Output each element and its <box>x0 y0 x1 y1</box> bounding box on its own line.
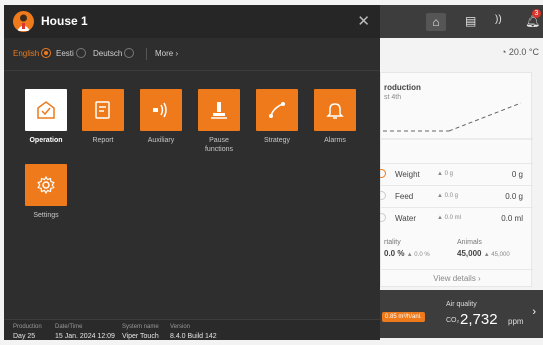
production-title: roduction <box>384 83 421 92</box>
modal-footer: Production Day 25 Date/Time 15 Jan. 2024… <box>4 319 380 340</box>
tile-strategy[interactable] <box>256 89 298 131</box>
air-speed-badge: 0.85 m³/h/anl. <box>382 312 425 322</box>
notification-badge: 3 <box>532 9 541 18</box>
checkmark-house-icon <box>37 101 55 119</box>
english-radio[interactable] <box>41 48 51 58</box>
language-english[interactable]: English <box>13 49 39 58</box>
tile-operation[interactable] <box>25 89 67 131</box>
modal-header: House 1 ✕ <box>4 5 380 38</box>
production-plot <box>381 102 533 140</box>
tile-alarms[interactable] <box>314 89 356 131</box>
language-deutsch[interactable]: Deutsch <box>93 49 122 58</box>
tile-label-operation: Operation <box>29 137 63 144</box>
co2-unit: ppm <box>508 317 524 326</box>
tile-label-report: Report <box>92 137 114 144</box>
report-nav-icon[interactable]: ▤ <box>465 14 476 28</box>
air-quality-bar[interactable]: 0.85 m³/h/anl. Air quality CO₂ 2,732 ppm… <box>380 290 543 338</box>
footer-version-value: 8.4.0 Build 142 <box>170 333 217 340</box>
tile-label-alarms: Alarms <box>324 137 346 144</box>
air-quality-label: Air quality <box>446 301 477 308</box>
tile-pause-functions[interactable] <box>198 89 240 131</box>
tile-settings[interactable] <box>25 164 67 206</box>
house-menu-modal: House 1 ✕ English Eesti Deutsch More › O… <box>4 5 380 340</box>
chevron-right-icon[interactable]: › <box>532 306 536 318</box>
plot-rising-line <box>448 102 522 132</box>
thermometer-icon: ◔ <box>500 47 509 57</box>
strategy-icon <box>269 102 285 118</box>
bell-icon <box>326 103 344 119</box>
weight-row[interactable]: Weight ▲ 0 g 0 g <box>377 163 533 185</box>
auxiliary-icon <box>153 102 167 118</box>
tile-label-auxiliary: Auxiliary <box>147 137 175 144</box>
water-row[interactable]: Water ▲ 0.0 ml 0.0 ml <box>377 207 533 229</box>
auxiliary-nav-icon[interactable]: )) <box>495 14 502 25</box>
home-icon[interactable]: ⌂ <box>426 13 446 31</box>
modal-title: House 1 <box>41 14 88 28</box>
feed-row[interactable]: Feed ▲ 0.0 g 0.0 g <box>377 185 533 207</box>
pause-icon <box>211 102 227 119</box>
footer-system-label: System name <box>122 324 159 330</box>
tile-report[interactable] <box>82 89 124 131</box>
tile-auxiliary[interactable] <box>140 89 182 131</box>
tile-label-strategy: Strategy <box>263 137 291 144</box>
avatar-icon <box>13 11 34 32</box>
footer-datetime-label: Date/Time <box>55 324 83 330</box>
co2-value: 2,732 <box>460 311 498 328</box>
footer-version-label: Version <box>170 324 191 330</box>
more-languages-button[interactable]: More › <box>155 49 178 58</box>
language-divider <box>146 48 147 60</box>
language-eesti[interactable]: Eesti <box>56 49 74 58</box>
view-details-link[interactable]: View details › <box>381 269 533 286</box>
language-selector: English Eesti Deutsch More › <box>4 38 380 71</box>
tile-label-settings: Settings <box>33 212 59 219</box>
top-navigation-bar: ⌂ ▤ )) 🔔︎ 3 <box>380 5 543 38</box>
footer-datetime-value: 15 Jan. 2024 12:09 <box>55 333 115 340</box>
deutsch-radio[interactable] <box>124 48 134 58</box>
tile-label-pause-functions: Pause functions <box>204 137 234 153</box>
co2-label: CO₂ <box>446 317 460 324</box>
gear-icon <box>37 175 55 195</box>
stats-row: rtality 0.0 % ▲ 0.0 % Animals 45,000 ▲ 4… <box>384 239 510 258</box>
close-icon[interactable]: ✕ <box>357 12 370 30</box>
footer-system-value: Viper Touch <box>122 333 159 340</box>
temperature-readout: ◔ 20.0 °C <box>500 47 539 57</box>
footer-production-value: Day 25 <box>13 333 36 340</box>
eesti-radio[interactable] <box>76 48 86 58</box>
report-icon <box>95 101 110 119</box>
production-card: roduction st 4th Weight ▲ 0 g 0 g Feed ▲… <box>377 72 533 287</box>
footer-production-label: Production <box>13 324 42 330</box>
